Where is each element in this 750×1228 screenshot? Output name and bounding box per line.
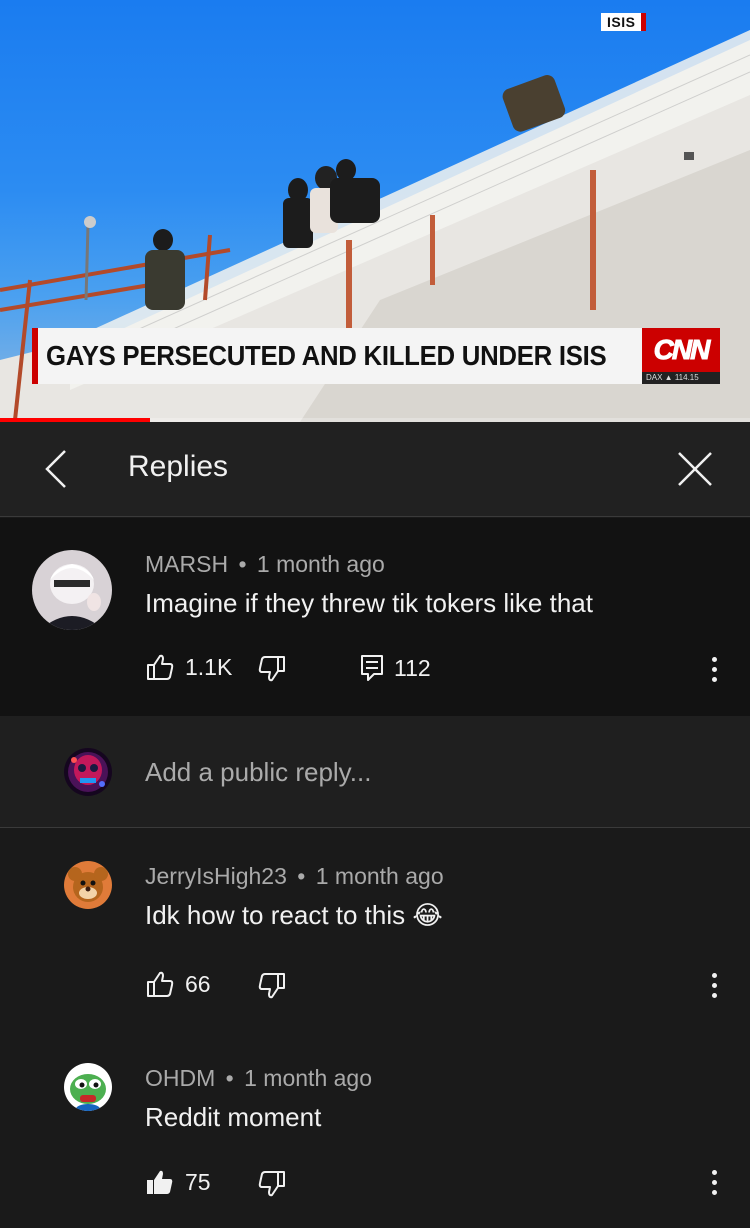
avatar[interactable] bbox=[32, 550, 112, 630]
kebab-dot bbox=[711, 982, 717, 988]
dislike-button[interactable] bbox=[257, 654, 287, 684]
thumbs-up-icon bbox=[147, 654, 174, 680]
dislike-button[interactable] bbox=[257, 1169, 287, 1199]
thumbs-down-icon bbox=[258, 1171, 285, 1197]
reply-time: 1 month ago bbox=[244, 1065, 372, 1091]
add-reply-row bbox=[0, 716, 750, 828]
kebab-dot bbox=[711, 1169, 717, 1175]
close-button[interactable] bbox=[670, 444, 720, 494]
reply-item: JerryIsHigh23 • 1 month ago Idk how to r… bbox=[0, 829, 750, 1029]
like-count: 1.1K bbox=[185, 653, 233, 680]
close-icon bbox=[678, 452, 712, 486]
comment-icon bbox=[361, 655, 383, 681]
avatar-image bbox=[64, 861, 112, 909]
network-logo-text: CNN bbox=[653, 334, 711, 366]
avatar-image bbox=[32, 550, 112, 630]
reply-count: 112 bbox=[394, 654, 431, 681]
kebab-dot bbox=[711, 1189, 717, 1195]
kebab-dot bbox=[711, 992, 717, 998]
comment-text: Imagine if they threw tik tokers like th… bbox=[145, 588, 593, 618]
chyron-headline: GAYS PERSECUTED AND KILLED UNDER ISIS bbox=[46, 340, 607, 371]
back-button[interactable] bbox=[30, 444, 80, 494]
video-corner-tag: ISIS bbox=[601, 13, 647, 31]
kebab-dot bbox=[711, 656, 717, 662]
thumbs-up-filled-icon bbox=[147, 1170, 173, 1194]
dislike-button[interactable] bbox=[257, 971, 287, 1001]
reply-count-button[interactable]: 112 bbox=[360, 654, 431, 682]
avatar[interactable] bbox=[64, 1063, 112, 1111]
network-logo: CNN bbox=[642, 328, 720, 372]
video-player[interactable]: ISIS GAYS PERSECUTED AND KILLED UNDER IS… bbox=[0, 0, 750, 422]
current-user-avatar[interactable] bbox=[64, 748, 112, 796]
reply-text: Reddit moment bbox=[145, 1102, 322, 1132]
reply-author[interactable]: JerryIsHigh23 bbox=[145, 863, 287, 889]
reply-author[interactable]: OHDM bbox=[145, 1065, 215, 1091]
comment-time: 1 month ago bbox=[256, 551, 385, 577]
thumbs-down-icon bbox=[258, 973, 285, 999]
avatar[interactable] bbox=[64, 861, 112, 909]
kebab-dot bbox=[711, 1179, 717, 1185]
reply-meta: JerryIsHigh23 • 1 month ago bbox=[145, 863, 444, 890]
kebab-dot bbox=[711, 972, 717, 978]
comment-meta: MARSH • 1 month ago bbox=[145, 551, 385, 578]
laughing-emoji-icon: 😂 bbox=[412, 900, 443, 930]
comment-author[interactable]: MARSH bbox=[145, 551, 228, 577]
reply-meta: OHDM • 1 month ago bbox=[145, 1065, 372, 1092]
thumbs-down-icon bbox=[258, 656, 285, 682]
market-ticker: DAX ▲ 114.15 bbox=[642, 372, 720, 384]
add-reply-input[interactable] bbox=[145, 754, 705, 790]
panel-title: Replies bbox=[128, 450, 229, 483]
kebab-dot bbox=[711, 666, 717, 672]
more-options-button[interactable] bbox=[699, 965, 729, 1005]
reply-text-line: Idk how to react to this 😂 bbox=[145, 900, 443, 931]
replies-header: Replies bbox=[0, 422, 750, 517]
news-chyron: GAYS PERSECUTED AND KILLED UNDER ISIS bbox=[32, 328, 642, 384]
reply-time: 1 month ago bbox=[315, 863, 444, 889]
avatar-image bbox=[64, 748, 112, 796]
reply-text: Idk how to react to this bbox=[145, 900, 406, 930]
like-button[interactable]: 75 bbox=[145, 1167, 211, 1197]
parent-comment: MARSH • 1 month ago Imagine if they thre… bbox=[0, 518, 750, 716]
kebab-dot bbox=[711, 676, 717, 682]
more-options-button[interactable] bbox=[699, 1162, 729, 1202]
meta-separator: • bbox=[238, 551, 247, 577]
like-button[interactable]: 66 bbox=[145, 969, 211, 999]
avatar-image bbox=[64, 1063, 112, 1111]
like-count: 66 bbox=[185, 970, 211, 997]
reply-item: OHDM • 1 month ago Reddit moment 75 bbox=[0, 1031, 750, 1228]
thumbs-up-icon bbox=[147, 971, 174, 997]
like-count: 75 bbox=[185, 1168, 211, 1195]
like-button[interactable]: 1.1K bbox=[145, 652, 232, 682]
chevron-left-icon bbox=[45, 450, 66, 488]
meta-separator: • bbox=[297, 863, 306, 889]
more-options-button[interactable] bbox=[699, 649, 729, 689]
meta-separator: • bbox=[225, 1065, 234, 1091]
